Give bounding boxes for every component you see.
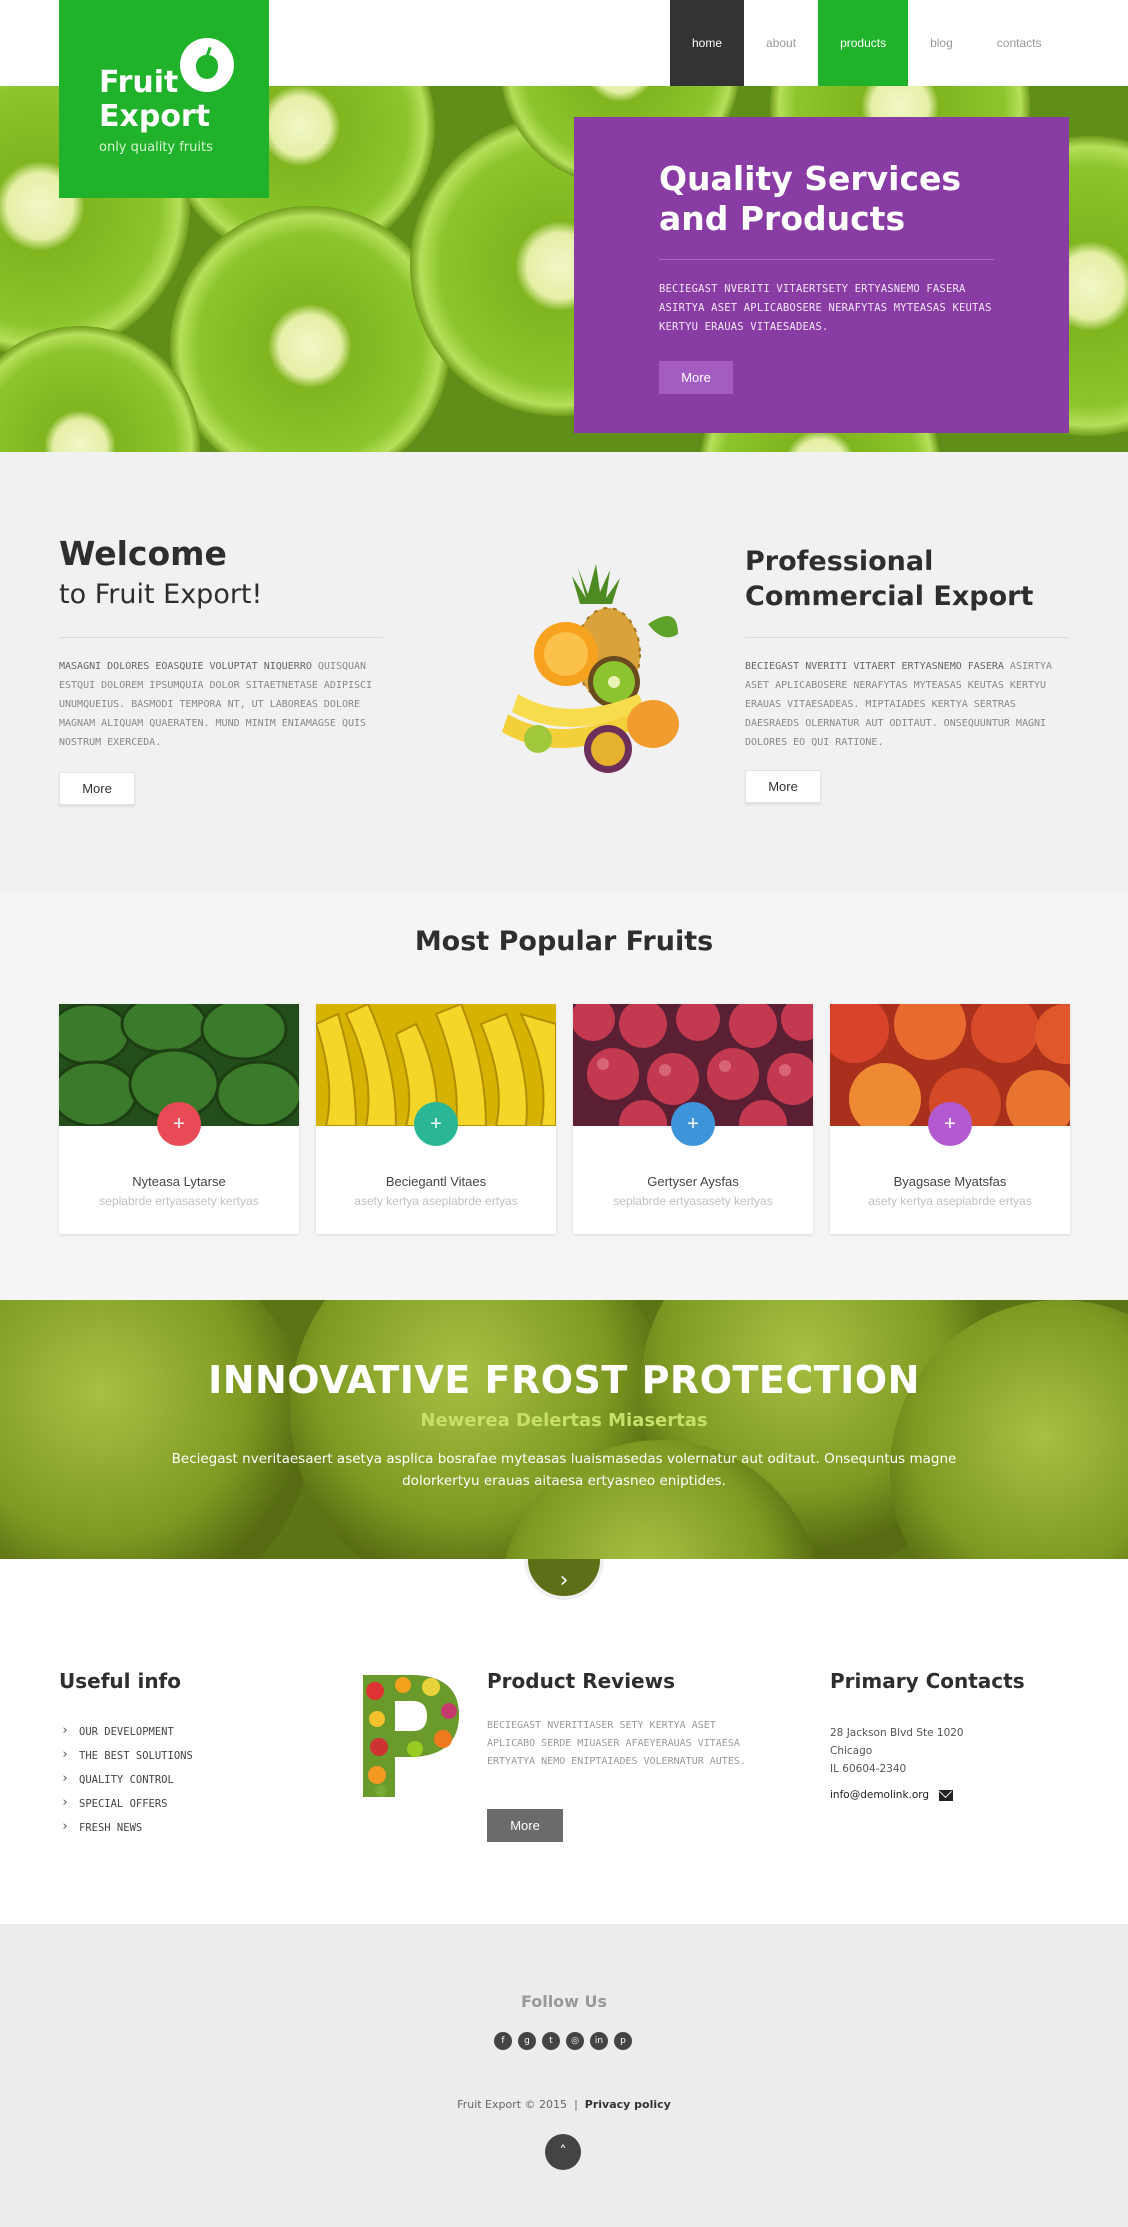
- fruit-card-watermelon[interactable]: + Nyteasa Lytarse seplabrde ertyasasety …: [59, 1004, 299, 1234]
- instagram-icon[interactable]: ◎: [566, 2032, 584, 2050]
- card-title: Gertyser Aysfas: [647, 1174, 739, 1189]
- nav-about[interactable]: about: [744, 0, 818, 86]
- nav-home[interactable]: home: [670, 0, 745, 86]
- info-section: Useful info OUR DEVELOPMENT THE BEST SOL…: [0, 1559, 1128, 1924]
- professional-title-line2: Commercial Export: [745, 581, 1034, 612]
- fruit-letter-p-image: [363, 1675, 459, 1797]
- card-subtitle: seplabrde ertyasasety kertyas: [99, 1194, 259, 1208]
- welcome-section: Welcome to Fruit Export! MASAGNI DOLORES…: [0, 452, 1128, 894]
- plus-icon[interactable]: +: [157, 1102, 201, 1146]
- email-link[interactable]: info@demolink.org: [830, 1789, 929, 1801]
- hero-title-line1: Quality Services: [659, 159, 962, 198]
- chevron-glyph: ›: [559, 1567, 569, 1593]
- fruit-card-peach[interactable]: + Byagsase Myatsfas asety kertya aseplab…: [830, 1004, 1070, 1234]
- fruit-pile-image: [502, 564, 679, 773]
- product-reviews-title: Product Reviews: [487, 1669, 675, 1693]
- main-nav: home about products blog contacts: [670, 0, 1063, 86]
- link-best-solutions[interactable]: THE BEST SOLUTIONS: [59, 1743, 193, 1768]
- follow-us-heading: Follow Us: [520, 1992, 608, 2011]
- address-line2: Chicago: [830, 1745, 873, 1757]
- plus-icon[interactable]: +: [928, 1102, 972, 1146]
- copyright: Fruit Export © 2015 | Privacy policy: [0, 2098, 1128, 2111]
- plus-icon[interactable]: +: [414, 1102, 458, 1146]
- twitter-icon[interactable]: t: [542, 2032, 560, 2050]
- professional-text: BECIEGAST NVERITI VITAERT ERTYASNEMO FAS…: [745, 657, 1075, 752]
- address-line1: 28 Jackson Blvd Ste 1020: [830, 1727, 964, 1739]
- fruit-card-banana[interactable]: + Beciegantl Vitaes asety kertya aseplab…: [316, 1004, 556, 1234]
- divider: [745, 637, 1069, 638]
- card-subtitle: asety kertya aseplabrde ertyas: [868, 1194, 1032, 1208]
- reviews-text: BECIEGAST NVERITIASER SETY KERTYA ASET A…: [487, 1720, 746, 1767]
- frost-protection-banner: INNOVATIVE FROST PROTECTION Newerea Dele…: [0, 1300, 1128, 1559]
- welcome-text: MASAGNI DOLORES EOASQUIE VOLUPTAT NIQUER…: [59, 657, 389, 752]
- useful-info-title: Useful info: [59, 1669, 182, 1693]
- nav-blog[interactable]: blog: [908, 0, 975, 86]
- welcome-text-lead: MASAGNI DOLORES EOASQUIE VOLUPTAT NIQUER…: [59, 661, 312, 672]
- hero-title-line2: and Products: [659, 199, 906, 238]
- link-our-development[interactable]: OUR DEVELOPMENT: [59, 1719, 193, 1744]
- nav-products[interactable]: products: [818, 0, 909, 86]
- card-title: Nyteasa Lytarse: [132, 1174, 226, 1189]
- professional-more-button[interactable]: More: [745, 770, 821, 803]
- social-links: f g t ◎ in p: [494, 2032, 632, 2050]
- professional-text-body: ASIRTYA ASET APLICABOSERE NERAFYTAS MYTE…: [745, 661, 1053, 748]
- contact-email[interactable]: info@demolink.org: [830, 1789, 954, 1801]
- link-fresh-news[interactable]: FRESH NEWS: [59, 1815, 193, 1840]
- frost-text: Beciegast nveritaesaert asetya asplica b…: [171, 1451, 957, 1489]
- apple-icon: [180, 38, 234, 92]
- hero-more-button[interactable]: More: [659, 361, 733, 394]
- contact-address: 28 Jackson Blvd Ste 1020 Chicago IL 6060…: [830, 1724, 964, 1778]
- card-subtitle: asety kertya aseplabrde ertyas: [354, 1194, 518, 1208]
- mail-icon[interactable]: [939, 1789, 954, 1801]
- logo[interactable]: Fruit Export only quality fruits: [59, 0, 269, 198]
- logo-tagline: only quality fruits: [99, 140, 213, 155]
- card-title: Byagsase Myatsfas: [893, 1174, 1007, 1189]
- welcome-subtitle: to Fruit Export!: [59, 579, 263, 610]
- nav-contacts[interactable]: contacts: [975, 0, 1064, 86]
- site-footer: Follow Us f g t ◎ in p Fruit Export © 20…: [0, 1924, 1128, 2227]
- link-quality-control[interactable]: QUALITY CONTROL: [59, 1767, 193, 1792]
- useful-links-list: OUR DEVELOPMENT THE BEST SOLUTIONS QUALI…: [59, 1719, 193, 1840]
- separator: |: [574, 2098, 578, 2111]
- professional-title-line1: Professional: [745, 546, 934, 577]
- hero-title: Quality Services and Products: [659, 159, 1019, 239]
- address-line3: IL 60604-2340: [830, 1763, 907, 1775]
- facebook-icon[interactable]: f: [494, 2032, 512, 2050]
- welcome-text-body: QUISQUAN ESTQUI DOLOREM IPSUMQUIA DOLOR …: [59, 661, 373, 748]
- card-title: Beciegantl Vitaes: [385, 1174, 487, 1189]
- professional-title: Professional Commercial Export: [745, 544, 1075, 614]
- pinterest-icon[interactable]: p: [614, 2032, 632, 2050]
- divider: [659, 259, 994, 260]
- hero-promo-box: Quality Services and Products BECIEGAST …: [574, 117, 1069, 433]
- plus-icon[interactable]: +: [671, 1102, 715, 1146]
- privacy-policy-link[interactable]: Privacy policy: [585, 2098, 671, 2111]
- divider: [59, 637, 383, 638]
- popular-fruits-section: Most Popular Fruits + Nyteasa Lytarse se…: [0, 894, 1128, 1300]
- frost-title: INNOVATIVE FROST PROTECTION: [208, 1358, 920, 1402]
- welcome-title: Welcome: [59, 534, 227, 573]
- hero-text: BECIEGAST NVERITI VITAERTSETY ERTYASNEMO…: [659, 283, 992, 333]
- linkedin-icon[interactable]: in: [590, 2032, 608, 2050]
- site-header: Fruit Export only quality fruits home ab…: [0, 0, 1128, 198]
- frost-subtitle: Newerea Delertas Miasertas: [420, 1410, 708, 1431]
- google-plus-icon[interactable]: g: [518, 2032, 536, 2050]
- welcome-more-button[interactable]: More: [59, 772, 135, 805]
- section-title: Most Popular Fruits: [414, 926, 714, 957]
- copyright-text: Fruit Export © 2015: [457, 2098, 568, 2111]
- reviews-more-button[interactable]: More: [487, 1809, 563, 1842]
- card-subtitle: seplabrde ertyasasety kertyas: [613, 1194, 773, 1208]
- professional-text-lead: BECIEGAST NVERITI VITAERT ERTYASNEMO FAS…: [745, 661, 1004, 672]
- primary-contacts-title: Primary Contacts: [830, 1669, 1025, 1693]
- chevron-up-icon[interactable]: ˄: [545, 2134, 581, 2170]
- logo-line2: Export: [99, 99, 211, 134]
- fruit-card-plum[interactable]: + Gertyser Aysfas seplabrde ertyasasety …: [573, 1004, 813, 1234]
- link-special-offers[interactable]: SPECIAL OFFERS: [59, 1791, 193, 1816]
